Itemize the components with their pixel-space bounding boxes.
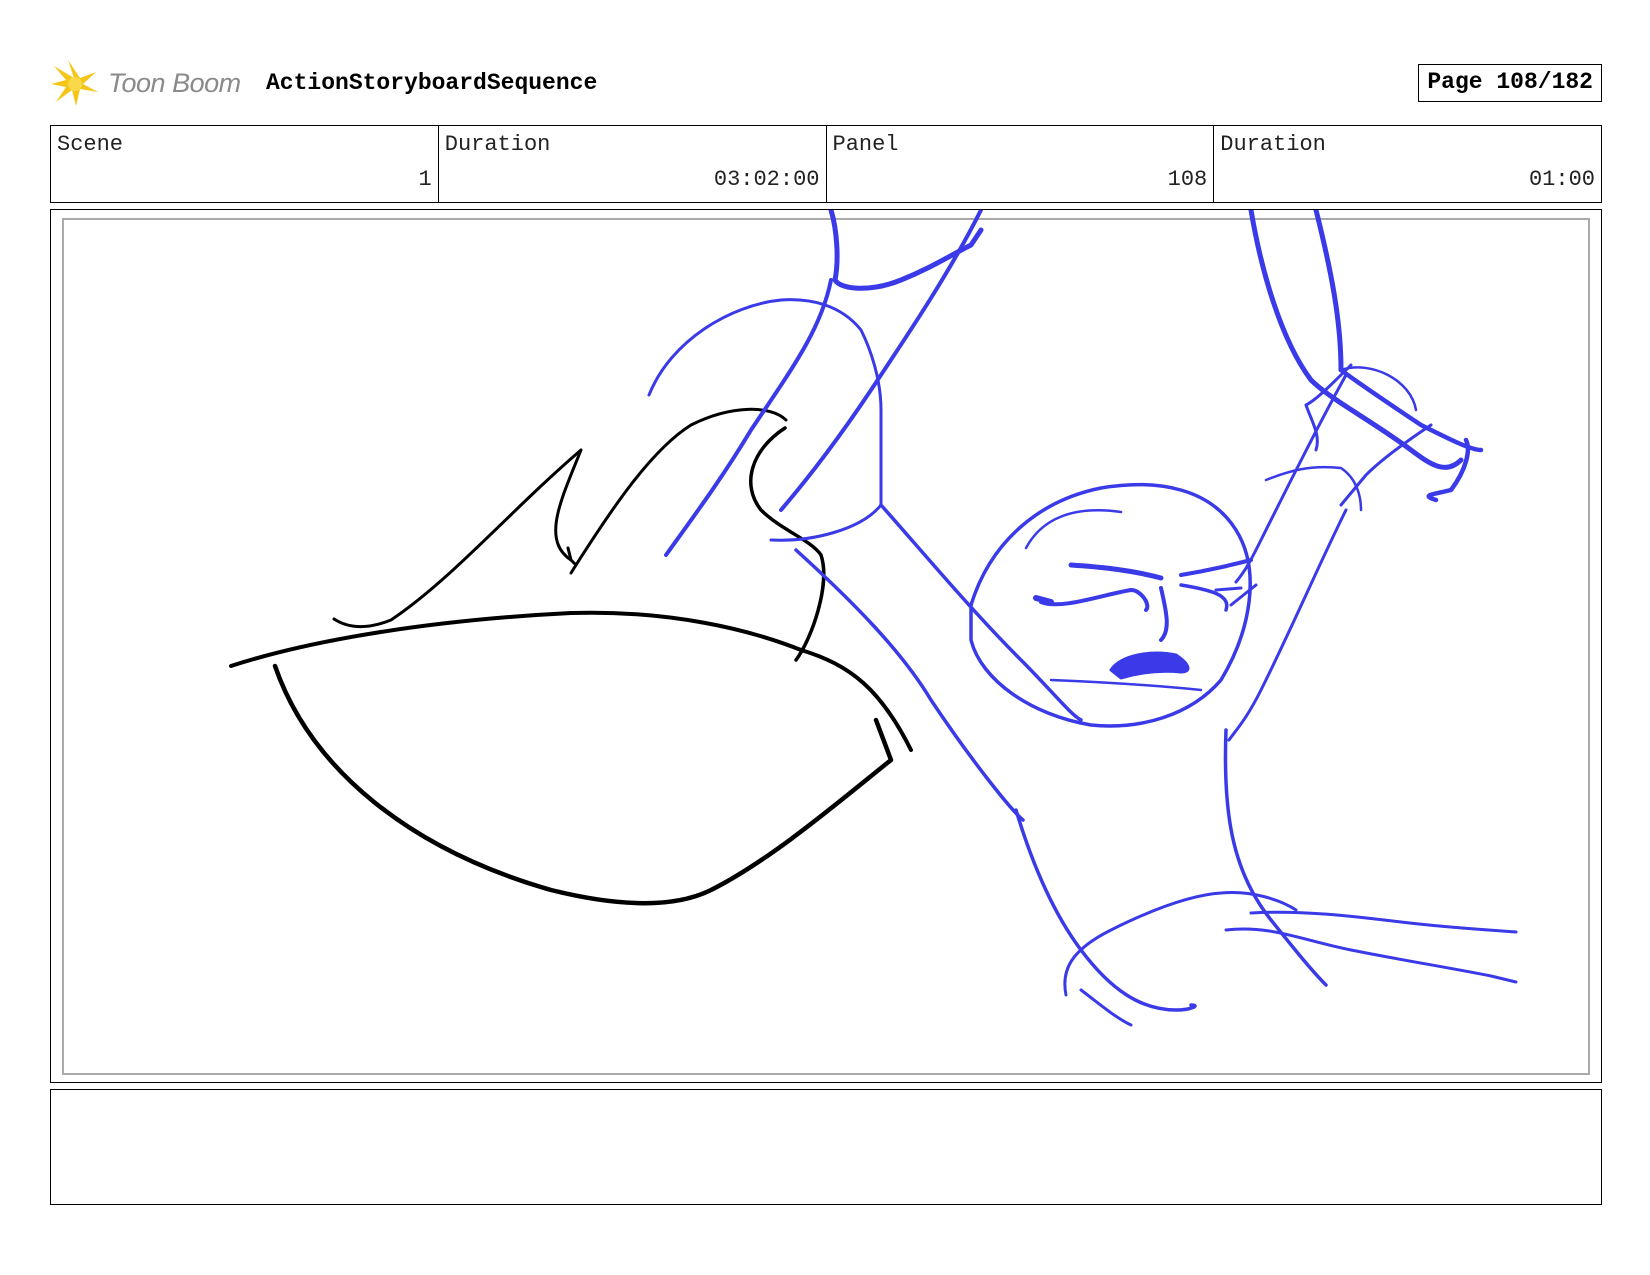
panel-info-table: Scene 1 Duration 03:02:00 Panel 108 Dura… xyxy=(50,125,1602,203)
panel-cell: Panel 108 xyxy=(827,126,1215,202)
scene-label: Scene xyxy=(57,132,124,157)
panel-duration-cell: Duration 01:00 xyxy=(1214,126,1601,202)
storyboard-panel xyxy=(50,209,1602,1083)
scene-duration-value: 03:02:00 xyxy=(713,167,820,192)
scene-duration-label: Duration xyxy=(444,132,551,157)
panel-value: 108 xyxy=(1167,167,1208,192)
panel-label: Panel xyxy=(832,132,899,157)
page-counter: Page 108/182 xyxy=(1418,64,1602,102)
scene-value: 1 xyxy=(418,167,432,192)
page-header: Toon Boom ActionStoryboardSequence Page … xyxy=(50,58,1602,108)
scene-duration-cell: Duration 03:02:00 xyxy=(439,126,827,202)
scene-cell: Scene 1 xyxy=(51,126,439,202)
brand-name: Toon Boom xyxy=(108,68,241,98)
blue-sketch xyxy=(647,210,1518,1027)
panel-sketch-drawing xyxy=(229,210,1518,1027)
toon-boom-logo-icon xyxy=(51,60,98,106)
black-sketch xyxy=(229,407,913,906)
panel-duration-label: Duration xyxy=(1220,132,1326,157)
sequence-title: ActionStoryboardSequence xyxy=(266,70,598,96)
panel-duration-value: 01:00 xyxy=(1528,167,1595,192)
panel-notes-area xyxy=(50,1089,1602,1205)
